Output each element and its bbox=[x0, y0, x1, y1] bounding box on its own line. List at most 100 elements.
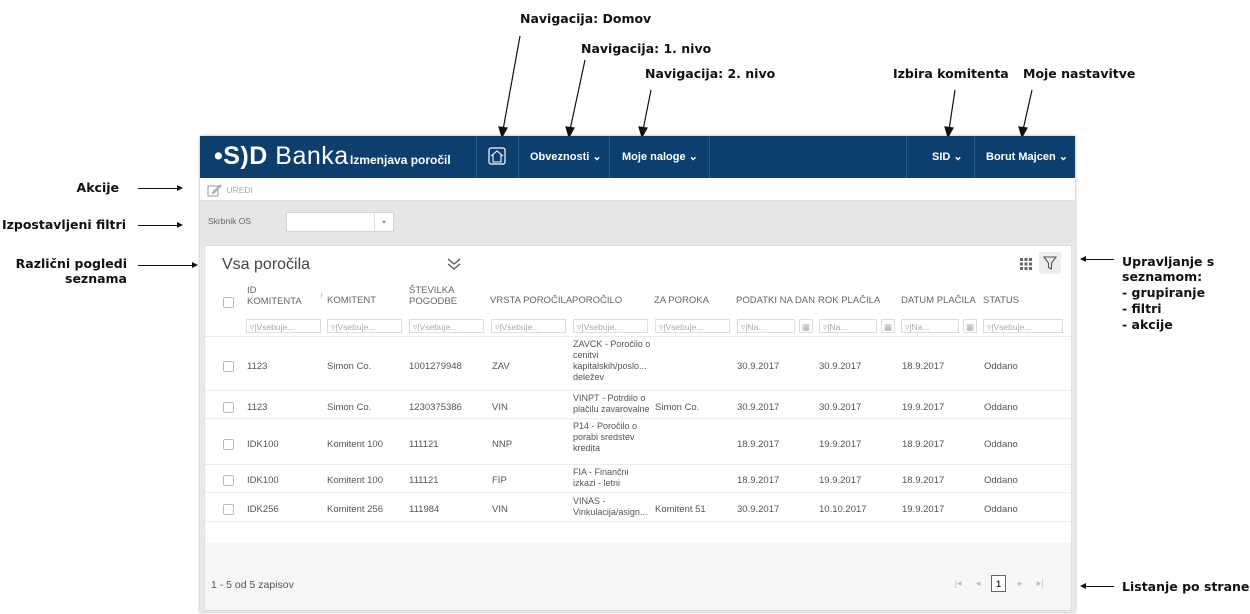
annotation-views-line1: Različni pogledi bbox=[15, 256, 127, 271]
cell-report-type: VIN bbox=[492, 402, 508, 413]
column-header-status[interactable]: STATUS bbox=[983, 295, 1019, 306]
filter-cell-data-date[interactable]: ▿|Na... bbox=[737, 319, 795, 333]
cell-data-date: 18.9.2017 bbox=[737, 439, 780, 450]
annotation-list-mgmt-line bbox=[1086, 259, 1114, 260]
grid-icon bbox=[1020, 258, 1032, 270]
calendar-icon[interactable]: ▦ bbox=[881, 319, 895, 333]
edit-button[interactable]: UREDI bbox=[206, 181, 253, 197]
filter-cell-guarantor[interactable]: ▿|Vsebuje... bbox=[655, 319, 730, 333]
nav-divider bbox=[906, 136, 907, 178]
filter-cell-contract[interactable]: ▿|Vsebuje... bbox=[409, 319, 484, 333]
previous-page-icon[interactable]: ◂ bbox=[971, 575, 985, 592]
filter-toggle-button[interactable] bbox=[1039, 252, 1061, 274]
row-divider bbox=[205, 336, 1071, 337]
column-header-data-date[interactable]: PODATKI NA DAN bbox=[736, 295, 815, 306]
cell-report-type: FIP bbox=[492, 475, 507, 486]
row-divider bbox=[205, 418, 1071, 419]
row-divider bbox=[205, 492, 1071, 493]
annotation-list-mgmt-3: - grupiranje bbox=[1122, 285, 1206, 300]
cell-data-date: 30.9.2017 bbox=[737, 402, 780, 413]
brand-name: Banka bbox=[275, 142, 349, 170]
cell-report: ZAVCK - Poročilo o cenitvi kapitalskih/p… bbox=[573, 339, 651, 382]
cell-status: Oddano bbox=[984, 475, 1018, 486]
cell-due-date: 19.9.2017 bbox=[819, 475, 862, 486]
nav-divider bbox=[609, 136, 610, 178]
first-page-icon[interactable]: |◂ bbox=[951, 575, 965, 592]
owner-filter-label: Skrbnik OS bbox=[208, 216, 251, 226]
select-all-checkbox[interactable] bbox=[223, 297, 234, 308]
cell-client: Komitent 100 bbox=[327, 475, 383, 486]
nav-obveznosti[interactable]: Obveznosti ⌄ bbox=[530, 136, 602, 178]
column-header-report-type[interactable]: VRSTA POROČILA bbox=[490, 295, 572, 306]
nav-moje-naloge[interactable]: Moje naloge ⌄ bbox=[622, 136, 698, 178]
cell-due-date: 10.10.2017 bbox=[819, 504, 867, 515]
filter-cell-client[interactable]: ▿|Vsebuje... bbox=[327, 319, 402, 333]
user-menu[interactable]: Borut Majcen ⌄ bbox=[986, 136, 1068, 178]
cell-report: P14 - Poročilo o porabi sredstev kredita bbox=[573, 421, 638, 453]
cell-id: IDK100 bbox=[247, 475, 279, 486]
column-header-contract[interactable]: ŠTEVILKA POGODBE bbox=[409, 285, 469, 307]
annotation-filters-line bbox=[138, 225, 178, 226]
grouping-button[interactable] bbox=[1016, 253, 1036, 273]
cell-report: FIA - Finančni izkazi - letni bbox=[573, 467, 629, 488]
calendar-icon[interactable]: ▦ bbox=[963, 319, 977, 333]
cell-guarantor: Komitent 51 bbox=[655, 504, 706, 515]
cell-report: VINAS - Vinkulacija/asign... bbox=[573, 496, 648, 517]
cell-data-date: 30.9.2017 bbox=[737, 361, 780, 372]
nav-divider bbox=[709, 136, 710, 178]
filter-cell-due-date[interactable]: ▿|Na... bbox=[819, 319, 877, 333]
column-header-payment-date[interactable]: DATUM PLAČILA bbox=[901, 295, 976, 306]
cell-id: 1123 bbox=[247, 361, 268, 372]
row-checkbox[interactable] bbox=[223, 504, 234, 515]
annotation-list-mgmt-2: seznamom: bbox=[1122, 269, 1203, 284]
view-switcher[interactable] bbox=[445, 256, 463, 272]
cell-status: Oddano bbox=[984, 402, 1018, 413]
cell-data-date: 18.9.2017 bbox=[737, 475, 780, 486]
next-page-icon[interactable]: ▸ bbox=[1013, 575, 1027, 592]
client-selector[interactable]: SID ⌄ bbox=[932, 136, 963, 178]
cell-report: VINPT - Potrdilo o plačilu zavarovalne bbox=[573, 393, 650, 414]
top-navigation-bar: •S)D Banka Izmenjava poročil Obveznosti … bbox=[200, 136, 1075, 178]
filter-cell-status[interactable]: ▿|Vsebuje... bbox=[983, 319, 1063, 333]
list-panel: Vsa poročila ID KOMITENTA ↑ KOMITENT ŠTE… bbox=[204, 245, 1072, 611]
row-checkbox[interactable] bbox=[223, 439, 234, 450]
grid-area: Vsa poročila ID KOMITENTA ↑ KOMITENT ŠTE… bbox=[205, 246, 1071, 543]
row-checkbox[interactable] bbox=[223, 361, 234, 372]
owner-filter-dropdown[interactable] bbox=[286, 212, 394, 232]
calendar-icon[interactable]: ▦ bbox=[799, 319, 813, 333]
column-header-guarantor[interactable]: ZA POROKA bbox=[654, 295, 709, 306]
app-title: Izmenjava poročil bbox=[350, 153, 451, 167]
annotation-views-line2: seznama bbox=[65, 271, 127, 286]
column-header-due-date[interactable]: ROK PLAČILA bbox=[818, 295, 880, 306]
cell-due-date: 30.9.2017 bbox=[819, 402, 862, 413]
cell-contract: 1230375386 bbox=[409, 402, 462, 413]
filter-cell-report-type[interactable]: ▿|Vsebuje... bbox=[491, 319, 566, 333]
filter-cell-payment-date[interactable]: ▿|Na... bbox=[901, 319, 959, 333]
cell-due-date: 30.9.2017 bbox=[819, 361, 862, 372]
current-page-button[interactable]: 1 bbox=[991, 575, 1006, 592]
owner-filter-toggle[interactable] bbox=[374, 213, 393, 231]
column-header-id[interactable]: ID KOMITENTA bbox=[247, 285, 302, 307]
row-checkbox[interactable] bbox=[223, 402, 234, 413]
cell-report-type: VIN bbox=[492, 504, 508, 515]
funnel-icon bbox=[1042, 256, 1058, 270]
row-checkbox[interactable] bbox=[223, 475, 234, 486]
view-title: Vsa poročila bbox=[222, 256, 311, 273]
cell-id: 1123 bbox=[247, 402, 268, 413]
annotation-filters-arrowhead bbox=[177, 222, 183, 228]
filter-cell-id[interactable]: ▿|Vsebuje... bbox=[246, 319, 321, 333]
column-header-report[interactable]: POROČILO bbox=[572, 295, 622, 306]
cell-payment-date: 19.9.2017 bbox=[902, 402, 945, 413]
brand-logo[interactable]: •S)D Banka bbox=[214, 142, 349, 171]
cell-contract: 111121 bbox=[409, 475, 439, 486]
column-header-client[interactable]: KOMITENT bbox=[327, 295, 376, 306]
cell-contract: 1001279948 bbox=[409, 361, 462, 372]
edit-label: UREDI bbox=[226, 184, 253, 195]
home-button[interactable] bbox=[476, 136, 518, 178]
last-page-icon[interactable]: ▸| bbox=[1033, 575, 1047, 592]
cell-client: Komitent 256 bbox=[327, 504, 383, 515]
cell-payment-date: 18.9.2017 bbox=[902, 361, 945, 372]
cell-due-date: 19.9.2017 bbox=[819, 439, 862, 450]
cell-status: Oddano bbox=[984, 361, 1018, 372]
filter-cell-report[interactable]: ▿|Vsebuje... bbox=[573, 319, 648, 333]
